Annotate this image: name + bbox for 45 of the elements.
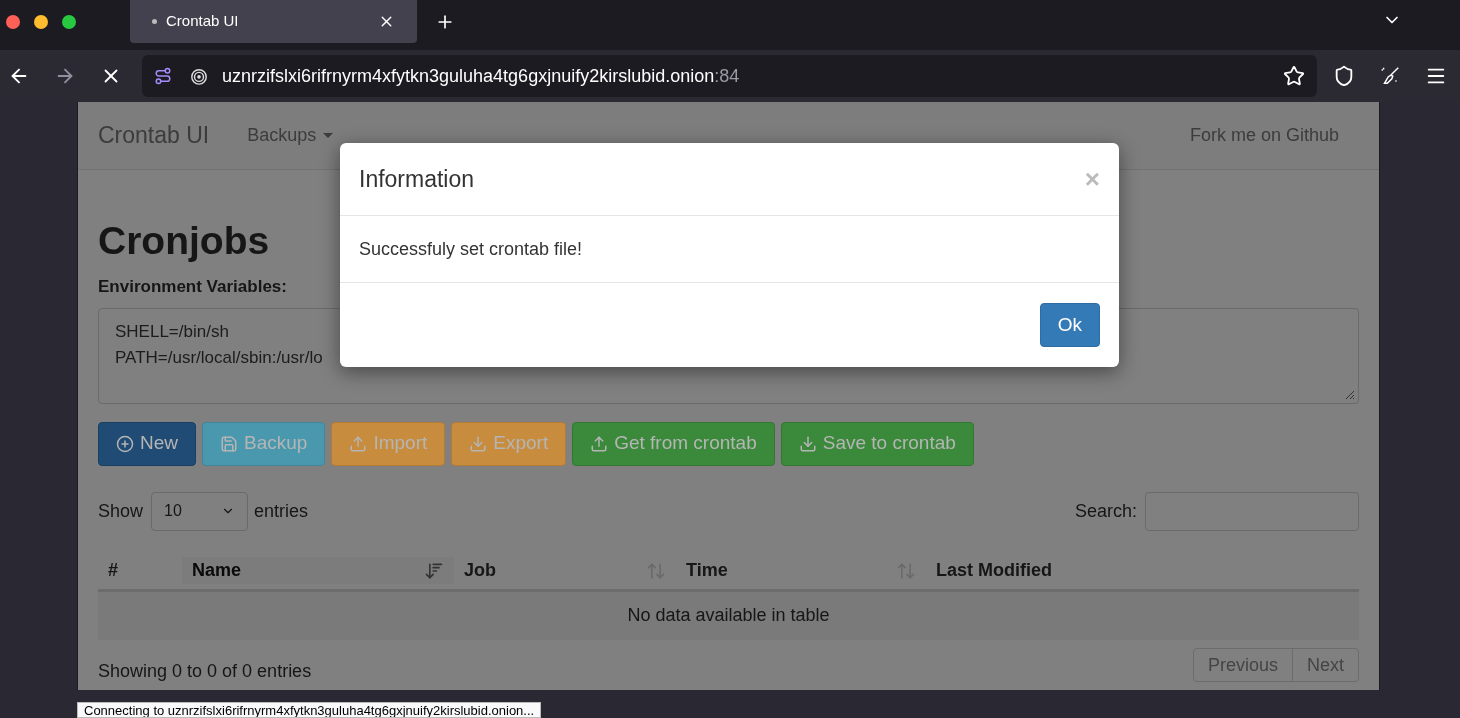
caret-icon — [323, 133, 334, 138]
ok-button[interactable]: Ok — [1039, 303, 1100, 347]
github-link[interactable]: Fork me on Github — [1189, 122, 1339, 149]
close-window-icon[interactable] — [6, 14, 20, 29]
column-header[interactable]: Last Modified — [926, 557, 1359, 584]
empty-table-row: No data available in table — [98, 591, 1359, 640]
upload-icon — [590, 434, 609, 453]
toolbar-button[interactable]: Import — [331, 421, 446, 466]
column-header[interactable]: Time — [676, 557, 926, 584]
plus-circle-icon — [116, 434, 134, 453]
maximize-window-icon[interactable] — [62, 14, 76, 29]
backups-menu[interactable]: Backups — [247, 122, 334, 149]
toolbar-button[interactable]: New — [98, 421, 196, 466]
search-label: Search: — [1074, 499, 1137, 523]
column-header[interactable]: Job — [454, 557, 676, 584]
pagination-button[interactable]: Previous — [1193, 648, 1292, 681]
toolbar-button[interactable]: Save to crontab — [780, 421, 974, 466]
pagination-button[interactable]: Next — [1292, 648, 1358, 681]
entries-label: entries — [254, 499, 309, 523]
route-icon[interactable] — [154, 67, 172, 85]
download-icon — [798, 434, 817, 453]
address-bar[interactable]: uznrzifslxi6rifrnyrm4xfytkn3guluha4tg6gxjnuify2kirslubid.onion:84 — [142, 55, 1317, 97]
toolbar-button[interactable]: Export — [451, 421, 567, 466]
close-button[interactable]: × — [1084, 166, 1100, 192]
table-info: Showing 0 to 0 of 0 entries — [98, 659, 312, 682]
brand-title[interactable]: Crontab UI — [98, 118, 210, 153]
shield-icon[interactable] — [1333, 65, 1355, 87]
status-tooltip: Connecting to uznrzifslxi6rifrnyrm4xfytkn3guluha4tg6gxjnuify2kirslubid.onion... — [77, 702, 542, 718]
column-header[interactable]: Name — [182, 557, 454, 584]
page-heading: Cronjobs — [98, 218, 270, 264]
floppy-icon — [220, 434, 238, 453]
toolbar-button[interactable]: Get from crontab — [572, 421, 775, 466]
download-icon — [469, 434, 488, 453]
column-header[interactable]: # — [98, 557, 182, 584]
bookmark-star-icon[interactable] — [1283, 65, 1305, 87]
modal-title: Information — [359, 164, 476, 194]
toolbar-button[interactable]: Backup — [202, 421, 326, 466]
browser-tab[interactable]: Crontab UI — [130, 0, 417, 43]
url-text: uznrzifslxi6rifrnyrm4xfytkn3guluha4tg6gxjnuify2kirslubid.onion:84 — [222, 64, 740, 88]
modal-message: Successfuly set crontab file! — [359, 237, 583, 261]
page-size-select[interactable]: 10 — [151, 491, 249, 531]
show-label: Show — [98, 499, 144, 523]
field-label: Environment Variables: — [98, 276, 288, 298]
minimize-window-icon[interactable] — [34, 14, 48, 29]
upload-icon — [349, 434, 368, 453]
